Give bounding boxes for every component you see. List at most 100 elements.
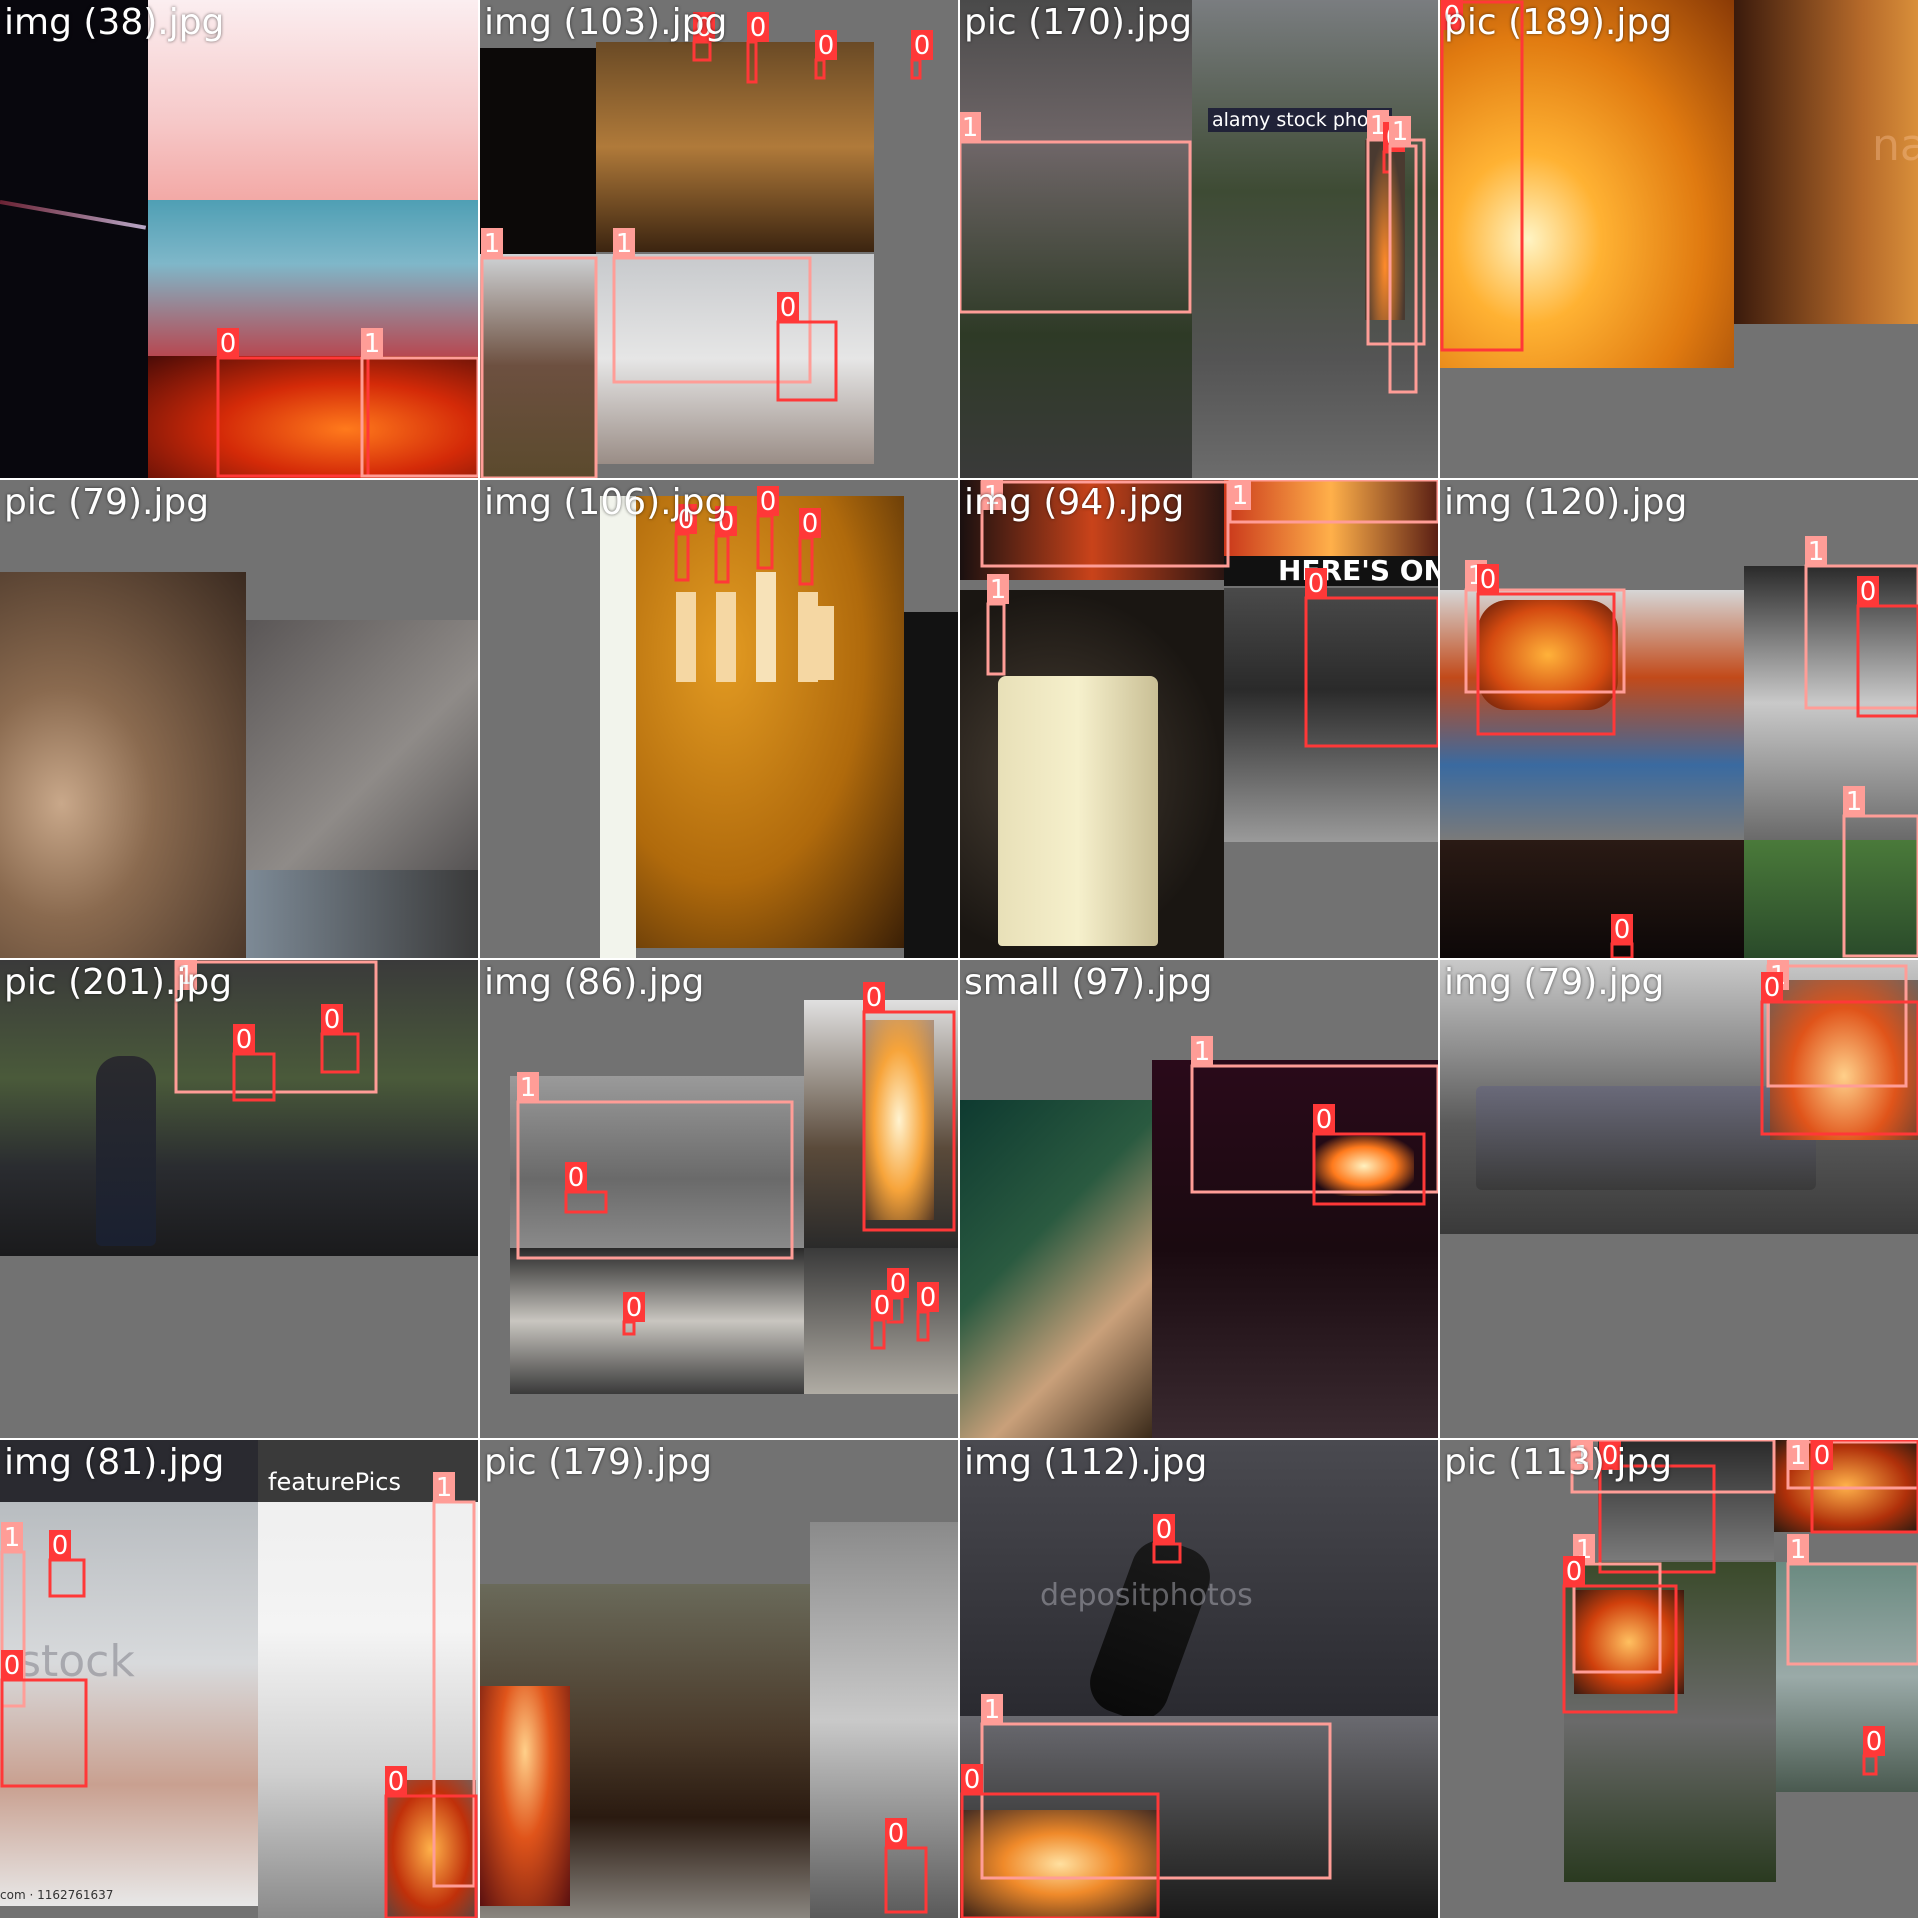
filename-label: small (97).jpg xyxy=(964,962,1213,1003)
bounding-box xyxy=(1228,480,1438,524)
image-tile: 101010 img (120).jpg xyxy=(1440,480,1918,958)
class-label: 0 xyxy=(52,1531,69,1561)
detection-overlay: 0 xyxy=(1440,0,1524,352)
bounding-box xyxy=(622,1320,636,1336)
class-label: 0 xyxy=(4,1651,21,1681)
class-label: 0 xyxy=(1480,565,1497,595)
detection-overlay xyxy=(0,480,478,958)
class-label: 0 xyxy=(236,1025,253,1055)
class-label: 1 xyxy=(4,1523,21,1553)
detection-box: 0 xyxy=(320,1004,360,1074)
image-tile: 100 pic (201).jpg xyxy=(0,960,478,1438)
filename-label: img (86).jpg xyxy=(484,962,705,1003)
detection-overlay: 0 1 1 0 0 xyxy=(0,1472,478,1918)
bounding-box xyxy=(1388,144,1418,394)
detection-box: 0 xyxy=(916,1282,939,1342)
bounding-box xyxy=(564,1190,608,1214)
detection-box: 1 xyxy=(986,574,1009,676)
image-tile: na 0 pic (189).jpg xyxy=(1440,0,1918,478)
class-label: 0 xyxy=(914,31,931,61)
detection-box: 0 xyxy=(746,12,769,84)
bounding-box xyxy=(692,40,712,62)
bounding-box xyxy=(1760,1000,1918,1136)
detection-overlay: 101010 xyxy=(1464,536,1918,958)
bounding-box xyxy=(814,58,826,80)
bounding-box xyxy=(516,1100,794,1260)
bounding-box xyxy=(1842,814,1918,958)
bounding-box xyxy=(910,58,922,80)
bounding-box xyxy=(48,1558,86,1598)
filename-label: pic (79).jpg xyxy=(4,482,210,523)
class-label: 0 xyxy=(964,1765,981,1795)
bounding-box xyxy=(674,532,690,582)
image-tile: 0 pic (179).jpg xyxy=(480,1440,958,1918)
bounding-box xyxy=(216,356,370,478)
image-tile: 0000110 img (103).jpg xyxy=(480,0,958,478)
class-label: 1 xyxy=(1232,481,1249,511)
detection-box: 0 xyxy=(814,30,837,80)
detection-box: 0 xyxy=(1312,1104,1426,1206)
class-label: 1 xyxy=(1194,1037,1211,1067)
class-label: 0 xyxy=(388,1767,405,1797)
bounding-box xyxy=(320,1032,360,1074)
class-label: 0 xyxy=(626,1293,643,1323)
class-label: 0 xyxy=(802,509,819,539)
detection-box: 0 xyxy=(910,30,933,80)
class-label: 0 xyxy=(1308,569,1325,599)
class-label: 0 xyxy=(324,1005,341,1035)
bounding-box xyxy=(1862,1754,1878,1776)
detection-box: 1 xyxy=(1804,536,1918,710)
detection-box: 0 xyxy=(884,1818,928,1914)
detection-box: 0 xyxy=(960,1764,1160,1918)
class-label: 1 xyxy=(520,1073,537,1103)
detection-box: 1 xyxy=(1842,786,1918,958)
detection-box: 1 xyxy=(1766,960,1908,1088)
detection-box: 1 xyxy=(980,1694,1332,1880)
detection-box: 0 xyxy=(384,1766,478,1918)
detection-box: 1 xyxy=(960,112,1192,314)
detection-overlay: 100 xyxy=(174,960,378,1102)
detection-box: 1 xyxy=(360,328,478,478)
filename-label: pic (113).jpg xyxy=(1444,1442,1673,1483)
detection-overlay: 1101 xyxy=(980,480,1438,748)
detection-overlay: 10 xyxy=(1190,1036,1438,1206)
detection-box: 0 xyxy=(756,486,779,570)
class-label: 0 xyxy=(760,487,777,517)
image-tile: depositphotos 010 img (112).jpg xyxy=(960,1440,1438,1918)
image-tile: featurePics rstock com · 1162761637 0110… xyxy=(0,1440,478,1918)
filename-label: img (103).jpg xyxy=(484,2,728,43)
class-label: 1 xyxy=(962,113,979,143)
class-label: 0 xyxy=(866,983,883,1013)
detection-box: 0 xyxy=(1610,914,1634,958)
bounding-box xyxy=(480,256,598,478)
detection-box: 0 xyxy=(870,1290,893,1350)
detection-overlay: 0 00 01 10 xyxy=(480,12,933,478)
bounding-box xyxy=(798,536,814,586)
detection-box: 0 xyxy=(1304,568,1438,748)
detection-box: 0 xyxy=(1760,972,1918,1136)
filename-label: img (38).jpg xyxy=(4,2,225,43)
bounding-box xyxy=(0,1550,26,1708)
bounding-box xyxy=(776,320,838,402)
filename-label: img (112).jpg xyxy=(964,1442,1208,1483)
detection-box: 0 xyxy=(622,1292,645,1336)
class-label: 1 xyxy=(1846,787,1863,817)
class-label: 1 xyxy=(364,329,381,359)
filename-label: img (94).jpg xyxy=(964,482,1185,523)
detection-overlay: 0 000 xyxy=(674,486,821,586)
class-label: 1 xyxy=(1392,117,1409,147)
image-tile: 01101010 pic (113).jpg xyxy=(1440,1440,1918,1918)
bounding-box xyxy=(870,1318,886,1350)
class-label: 1 xyxy=(984,1695,1001,1725)
bounding-box xyxy=(746,40,758,84)
class-label: 1 xyxy=(1808,537,1825,567)
class-label: 0 xyxy=(1764,973,1781,1003)
detection-overlay: 10 xyxy=(1760,960,1918,1136)
bounding-box xyxy=(960,140,1192,314)
class-label: 1 xyxy=(990,575,1007,605)
detection-box: 0 xyxy=(1862,1726,1885,1776)
detection-box: 0 xyxy=(1440,0,1524,352)
class-label: 1 xyxy=(1790,1535,1807,1565)
detection-box: 0 xyxy=(0,1650,88,1788)
detection-box: 0 xyxy=(232,1024,276,1102)
